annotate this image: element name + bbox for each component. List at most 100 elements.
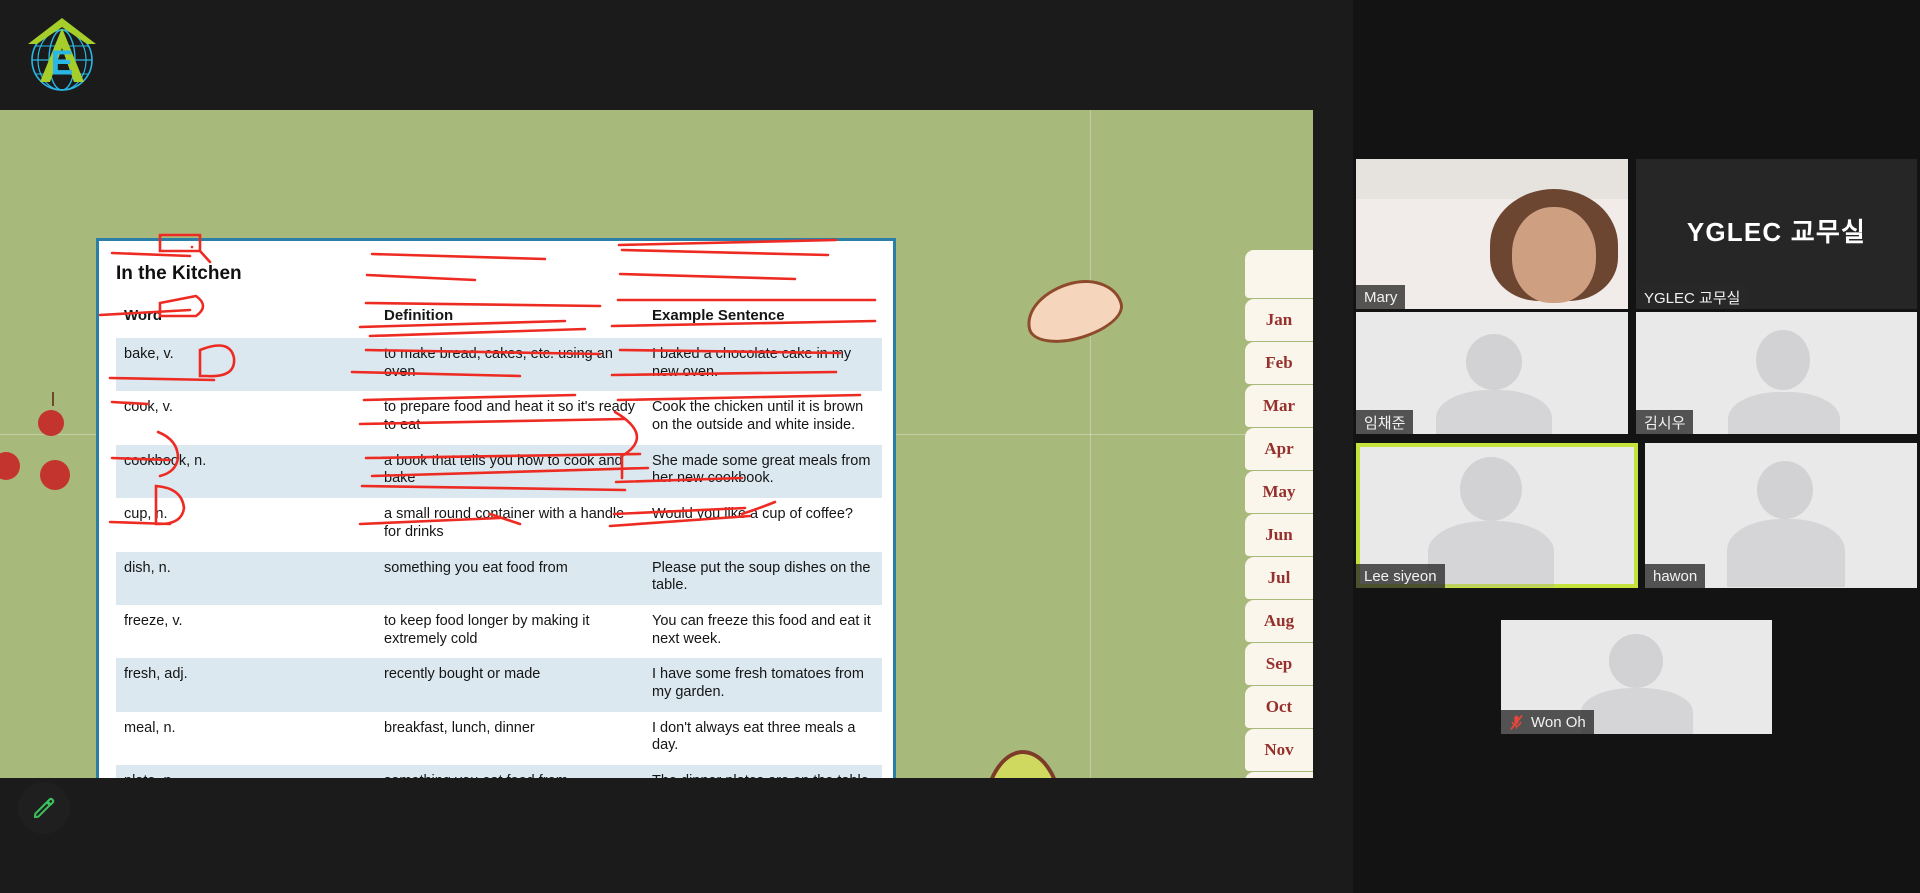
cell-definition: something you eat food from [376,551,644,605]
month-tab-dec[interactable]: Dec [1245,772,1313,778]
table-row: freeze, v. to keep food longer by making… [116,604,882,659]
month-tab-mar[interactable]: Mar [1245,385,1313,427]
participant-name-badge: 임채준 [1356,410,1414,434]
table-row: meal, n. breakfast, lunch, dinner I don'… [116,711,882,765]
cell-example: I don't always eat three meals a day. [644,711,882,765]
column-header-definition: Definition [384,307,454,324]
cell-definition: to make bread, cakes, etc. using an oven [376,338,644,392]
cell-example: She made some great meals from her new c… [644,444,882,499]
cell-example: You can freeze this food and eat it next… [644,604,882,659]
month-tab-jul[interactable]: Jul [1245,557,1313,599]
month-tab-may[interactable]: May [1245,471,1313,513]
document-title: In the Kitchen [116,263,242,284]
top-bar: E [0,0,1353,110]
participant-name-badge: Won Oh [1501,710,1594,734]
participant-name: YGLEC 교무실 [1644,289,1741,307]
cell-definition: breakfast, lunch, dinner [376,711,644,765]
month-tab-nov[interactable]: Nov [1245,729,1313,771]
participant-name: Lee siyeon [1364,567,1437,585]
avocado-decor [982,750,1064,778]
month-tab-blank-top [1245,250,1313,298]
cell-word: cook, v. [116,391,376,445]
month-tab-apr[interactable]: Apr [1245,428,1313,470]
video-participants-rail: Mary YGLEC 교무실 YGLEC 교무실 임채준 김시우 Lee siy… [1353,0,1920,893]
participant-name: 김시우 [1644,414,1686,432]
video-tile-hawon[interactable]: hawon [1645,443,1917,588]
table-row: bake, v. to make bread, cakes, etc. usin… [116,338,882,392]
participant-name: 임채준 [1364,414,1406,432]
person-silhouette [1728,392,1840,434]
cell-example: Would you like a cup of coffee? [644,498,882,552]
person-silhouette [1466,334,1522,390]
table-row: cup, n. a small round container with a h… [116,498,882,552]
cell-word: freeze, v. [116,604,376,659]
cell-example: The dinner plates are on the table. [644,765,882,778]
cell-example: I have some fresh tomatoes from my garde… [644,658,882,712]
slide-gridline [1090,110,1091,778]
cell-word: dish, n. [116,551,376,605]
participant-name-badge: YGLEC 교무실 [1636,285,1749,309]
month-tab-jan[interactable]: Jan [1245,299,1313,341]
pencil-icon [33,797,55,819]
person-silhouette [1756,330,1810,390]
participant-name-badge: Mary [1356,285,1406,309]
video-tile-won-oh[interactable]: Won Oh [1501,620,1772,734]
column-header-word: Word [124,307,163,324]
cell-definition: recently bought or made [376,658,644,712]
table-row: fresh, adj. recently bought or made I ha… [116,658,882,712]
cell-word: meal, n. [116,711,376,765]
person-silhouette [1460,457,1522,521]
vocabulary-document: In the Kitchen Word Definition Example S… [96,238,896,778]
cell-word: cup, n. [116,498,376,552]
participant-name: hawon [1653,567,1698,585]
cell-definition: to prepare food and heat it so it's read… [376,391,644,445]
app-root: E Created by Mary Jan Feb Mar Apr May Ju… [0,0,1920,893]
table-row: cook, v. to prepare food and heat it so … [116,391,882,445]
person-silhouette [1609,634,1663,688]
participant-name: Mary [1364,288,1398,306]
month-tab-feb[interactable]: Feb [1245,342,1313,384]
month-tab-oct[interactable]: Oct [1245,686,1313,728]
cell-example: Please put the soup dishes on the table. [644,551,882,605]
annotate-pen-button[interactable] [18,782,70,834]
month-tab-aug[interactable]: Aug [1245,600,1313,642]
cell-word: cookbook, n. [116,444,376,499]
cell-definition: to keep food longer by making it extreme… [376,604,644,659]
month-tab-sep[interactable]: Sep [1245,643,1313,685]
yglec-display-title: YGLEC 교무실 [1686,216,1867,247]
cell-example: I baked a chocolate cake in my new oven. [644,338,882,392]
person-silhouette [1727,519,1845,587]
cell-definition: a book that tells you how to cook and ba… [376,444,644,499]
video-tile-mary[interactable]: Mary [1356,159,1628,309]
cell-definition: something you eat food from [376,765,644,778]
participant-name-badge: hawon [1645,564,1706,588]
video-tile-imchaejun[interactable]: 임채준 [1356,312,1628,434]
participant-name: Won Oh [1531,713,1586,731]
video-tile-yglec[interactable]: YGLEC 교무실 YGLEC 교무실 [1636,159,1917,309]
table-row: plate, n. something you eat food from Th… [116,765,882,778]
month-tab-jun[interactable]: Jun [1245,514,1313,556]
shared-slide: Created by Mary Jan Feb Mar Apr May Jun … [0,110,1313,778]
table-row: dish, n. something you eat food from Ple… [116,551,882,605]
video-tile-kimsiwoo[interactable]: 김시우 [1636,312,1917,434]
microphone-muted-icon [1510,714,1523,730]
person-silhouette [1436,390,1552,434]
participant-name-badge: 김시우 [1636,410,1694,434]
vocabulary-table: Word Definition Example Sentence bake, v… [116,303,882,778]
participant-name-badge: Lee siyeon [1356,564,1445,588]
table-header-row: Word Definition Example Sentence [116,303,882,338]
cell-word: bake, v. [116,338,376,392]
column-header-example: Example Sentence [652,307,785,324]
cell-definition: a small round container with a handle fo… [376,498,644,552]
month-tab-strip: Jan Feb Mar Apr May Jun Jul Aug Sep Oct … [1245,250,1313,778]
svg-text:E: E [51,44,74,82]
video-tile-lee-siyeon[interactable]: Lee siyeon [1356,443,1638,588]
person-silhouette [1428,521,1554,587]
person-silhouette [1581,688,1693,734]
cell-example: Cook the chicken until it is brown on th… [644,391,882,445]
cell-word: plate, n. [116,765,376,778]
table-row: cookbook, n. a book that tells you how t… [116,444,882,499]
peanut-decor [1019,271,1129,351]
yglec-logo: E [28,18,96,91]
cell-word: fresh, adj. [116,658,376,712]
